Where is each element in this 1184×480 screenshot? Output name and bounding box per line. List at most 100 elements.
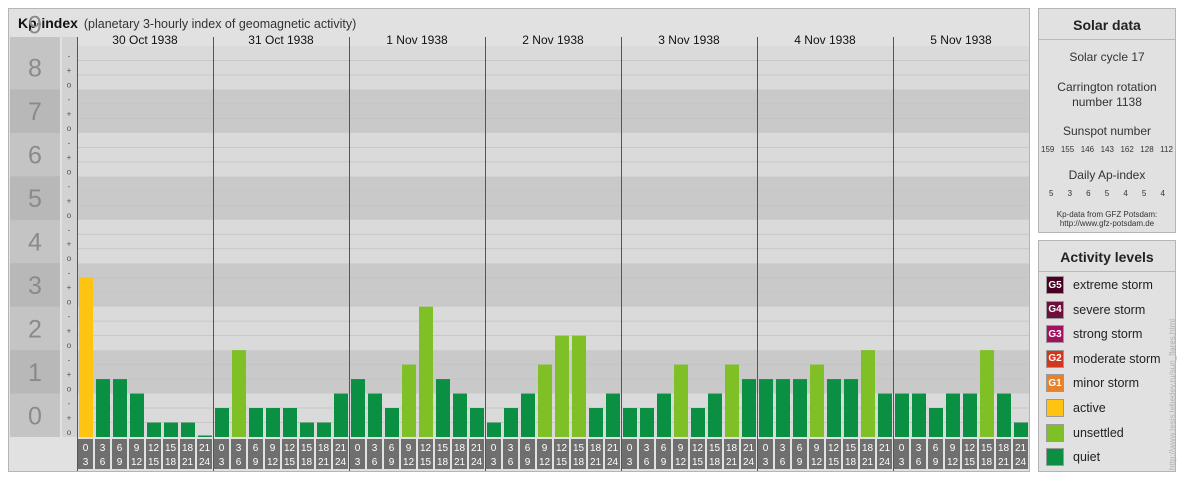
kp-bar-38 bbox=[725, 364, 739, 437]
hour-end-label: 9 bbox=[933, 457, 939, 468]
kp-band-4 bbox=[77, 219, 1029, 264]
sunspot-value-6: 112 bbox=[1160, 145, 1173, 154]
hour-end-label: 18 bbox=[301, 457, 313, 468]
hour-end-label: 24 bbox=[1015, 457, 1027, 468]
hour-start-label: 6 bbox=[525, 443, 531, 454]
level-label: moderate storm bbox=[1073, 351, 1161, 366]
day-label-6: 5 Nov 1938 bbox=[930, 33, 992, 47]
hour-start-label: 18 bbox=[590, 443, 602, 454]
hour-start-label: 18 bbox=[998, 443, 1010, 454]
hour-end-label: 24 bbox=[879, 457, 891, 468]
y-minor-label: o bbox=[67, 211, 72, 220]
hour-end-label: 3 bbox=[899, 457, 905, 468]
ap-value-6: 4 bbox=[1160, 189, 1165, 198]
hour-end-label: 12 bbox=[403, 457, 415, 468]
hour-end-label: 6 bbox=[916, 457, 922, 468]
sunspot-value-5: 128 bbox=[1140, 145, 1154, 154]
hour-start-label: 9 bbox=[542, 443, 548, 454]
hour-start-label: 9 bbox=[406, 443, 412, 454]
y-tick-label-6: 6 bbox=[28, 142, 42, 170]
hour-end-label: 24 bbox=[199, 457, 211, 468]
hour-end-label: 6 bbox=[372, 457, 378, 468]
kp-bar-41 bbox=[776, 379, 790, 437]
hour-start-label: 12 bbox=[148, 443, 160, 454]
level-swatch: G2 bbox=[1046, 349, 1064, 368]
hour-start-label: 0 bbox=[763, 443, 769, 454]
kp-bar-51 bbox=[946, 393, 960, 437]
level-label: strong storm bbox=[1073, 327, 1143, 342]
hour-start-label: 18 bbox=[726, 443, 738, 454]
hour-start-label: 6 bbox=[661, 443, 667, 454]
kp-band-2 bbox=[77, 306, 1029, 351]
y-minor-label: - bbox=[68, 356, 71, 365]
hour-start-label: 18 bbox=[318, 443, 330, 454]
y-tick-label-0: 0 bbox=[28, 402, 42, 430]
y-minor-label: - bbox=[68, 312, 71, 321]
kp-bar-chart: 0123456789o+-o+-o+-o+-o+-o+-o+-o+-o+- 30… bbox=[10, 11, 1029, 471]
hour-start-label: 15 bbox=[301, 443, 313, 454]
hour-end-label: 9 bbox=[525, 457, 531, 468]
y-minor-label: o bbox=[67, 341, 72, 350]
hour-end-label: 12 bbox=[811, 457, 823, 468]
level-severe-storm: G4 severe storm bbox=[1046, 300, 1145, 320]
y-minor-label: - bbox=[68, 95, 71, 104]
kp-bar-53 bbox=[980, 350, 994, 437]
y-minor-label: + bbox=[67, 66, 72, 75]
kp-bar-18 bbox=[385, 408, 399, 437]
kp-bar-28 bbox=[555, 335, 569, 437]
kp-bar-2 bbox=[113, 379, 127, 437]
sunspot-value-3: 143 bbox=[1100, 145, 1114, 154]
hour-start-label: 3 bbox=[100, 443, 106, 454]
hour-start-label: 21 bbox=[335, 443, 347, 454]
hour-end-label: 21 bbox=[726, 457, 738, 468]
hour-start-label: 12 bbox=[420, 443, 432, 454]
hour-start-label: 18 bbox=[182, 443, 194, 454]
y-tick-label-8: 8 bbox=[28, 55, 42, 83]
y-minor-label: o bbox=[67, 124, 72, 133]
kp-bar-44 bbox=[827, 379, 841, 437]
kp-bar-34 bbox=[657, 393, 671, 437]
kp-bar-48 bbox=[895, 393, 909, 437]
hour-end-label: 3 bbox=[491, 457, 497, 468]
hour-start-label: 9 bbox=[134, 443, 140, 454]
y-minor-label: - bbox=[68, 51, 71, 60]
hour-start-label: 3 bbox=[236, 443, 242, 454]
kp-bar-9 bbox=[232, 350, 246, 437]
y-minor-label: + bbox=[67, 196, 72, 205]
kp-bar-54 bbox=[997, 393, 1011, 437]
day-label-1: 31 Oct 1938 bbox=[248, 33, 314, 47]
level-swatch: G5 bbox=[1046, 276, 1064, 294]
kp-bar-7 bbox=[198, 435, 212, 437]
kp-bar-50 bbox=[929, 408, 943, 437]
hour-end-label: 18 bbox=[437, 457, 449, 468]
hour-end-label: 6 bbox=[236, 457, 242, 468]
ap-label: Daily Ap-index bbox=[1068, 168, 1146, 182]
y-minor-label: o bbox=[67, 298, 72, 307]
hour-end-label: 24 bbox=[743, 457, 755, 468]
day-label-5: 4 Nov 1938 bbox=[794, 33, 856, 47]
hour-start-label: 21 bbox=[1015, 443, 1027, 454]
hour-start-label: 21 bbox=[607, 443, 619, 454]
kp-bar-37 bbox=[708, 393, 722, 437]
hour-end-label: 12 bbox=[947, 457, 959, 468]
y-tick-label-1: 1 bbox=[28, 359, 42, 387]
kp-bar-20 bbox=[419, 306, 433, 437]
kp-bar-6 bbox=[181, 422, 195, 437]
hour-end-label: 15 bbox=[692, 457, 704, 468]
kp-band-6 bbox=[77, 132, 1029, 177]
hour-start-label: 21 bbox=[471, 443, 483, 454]
hour-start-label: 9 bbox=[950, 443, 956, 454]
level-moderate-storm: G2 moderate storm bbox=[1046, 349, 1161, 369]
kp-bar-29 bbox=[572, 335, 586, 437]
kp-bar-25 bbox=[504, 408, 518, 437]
hour-end-label: 21 bbox=[318, 457, 330, 468]
kp-band-1 bbox=[77, 350, 1029, 394]
hour-end-label: 12 bbox=[131, 457, 143, 468]
kp-bar-0 bbox=[79, 277, 93, 437]
level-label: extreme storm bbox=[1073, 278, 1153, 292]
kp-bar-49 bbox=[912, 393, 926, 437]
kp-bar-13 bbox=[300, 422, 314, 437]
kp-bar-23 bbox=[470, 408, 484, 437]
hour-end-label: 24 bbox=[335, 457, 347, 468]
hour-start-label: 12 bbox=[284, 443, 296, 454]
